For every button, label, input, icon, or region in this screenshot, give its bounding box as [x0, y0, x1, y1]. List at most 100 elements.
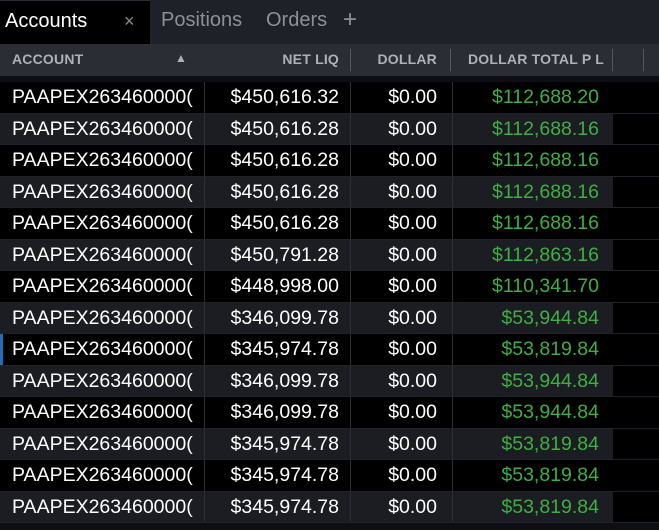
empty-trailing-cell	[613, 239, 659, 270]
sort-ascending-icon[interactable]: ▲	[175, 51, 187, 65]
empty-trailing-cell	[613, 176, 659, 207]
dollar-cell: $0.00	[388, 338, 437, 360]
column-divider	[452, 82, 453, 113]
empty-trailing-cell	[613, 397, 659, 428]
dollar-cell: $0.00	[388, 432, 437, 455]
empty-trailing-cell	[613, 428, 659, 459]
table-row[interactable]: PAAPEX263460000($345,974.78 $0.00 $53,819.…	[0, 460, 659, 492]
column-divider	[452, 302, 453, 333]
column-divider	[350, 208, 351, 239]
tab-positions[interactable]: Positions	[161, 9, 242, 32]
column-divider	[204, 145, 205, 176]
net-liq-cell: $450,791.28	[230, 243, 339, 266]
account-cell: PAAPEX263460000(	[12, 117, 193, 140]
column-divider	[452, 334, 453, 365]
column-divider	[452, 208, 453, 239]
account-cell: PAAPEX263460000(	[12, 401, 193, 423]
empty-trailing-cell	[613, 491, 659, 522]
account-cell: PAAPEX263460000(	[12, 464, 193, 486]
dollar-total-pl-cell: $53,944.84	[501, 401, 599, 423]
table-row[interactable]: PAAPEX263460000($450,616.28 $0.00 $112,688…	[0, 208, 659, 240]
column-divider	[204, 113, 205, 144]
column-divider	[350, 176, 351, 207]
net-liq-cell: $450,616.28	[230, 149, 339, 171]
dollar-cell: $0.00	[388, 495, 437, 518]
dollar-cell: $0.00	[388, 149, 437, 171]
column-divider	[452, 113, 453, 144]
account-cell: PAAPEX263460000(	[12, 180, 193, 203]
close-icon[interactable]: ×	[124, 11, 135, 32]
column-divider	[204, 428, 205, 459]
empty-trailing-cell	[613, 334, 659, 365]
column-resize-handle[interactable]	[643, 49, 644, 71]
column-divider	[350, 491, 351, 522]
tab-orders[interactable]: Orders	[266, 9, 327, 32]
dollar-total-pl-cell: $112,688.16	[492, 212, 599, 234]
column-resize-handle[interactable]	[350, 49, 351, 71]
column-divider	[204, 82, 205, 113]
column-divider	[204, 460, 205, 491]
dollar-total-pl-cell: $53,819.84	[501, 432, 599, 455]
column-divider	[452, 397, 453, 428]
column-divider	[204, 271, 205, 302]
dollar-total-pl-cell: $112,688.16	[492, 117, 599, 140]
column-divider	[452, 365, 453, 396]
table-row[interactable]: PAAPEX263460000($345,974.78 $0.00 $53,819.…	[0, 334, 659, 366]
column-divider	[350, 365, 351, 396]
column-header-net-liq[interactable]: NET LIQ	[282, 51, 339, 67]
table-row[interactable]: PAAPEX263460000($450,791.28 $0.00 $112,863…	[0, 239, 659, 271]
add-tab-icon[interactable]: +	[343, 6, 357, 34]
column-header-account[interactable]: ACCOUNT	[12, 51, 83, 67]
dollar-cell: $0.00	[388, 401, 437, 423]
account-cell: PAAPEX263460000(	[12, 306, 193, 329]
tab-accounts-label: Accounts	[5, 10, 88, 32]
column-divider	[452, 145, 453, 176]
net-liq-cell: $345,974.78	[230, 338, 339, 360]
account-cell: PAAPEX263460000(	[12, 243, 193, 266]
column-divider	[452, 491, 453, 522]
dollar-total-pl-cell: $53,944.84	[501, 306, 599, 329]
column-header-dollar[interactable]: DOLLAR	[377, 51, 437, 67]
table-row[interactable]: PAAPEX263460000($450,616.28 $0.00 $112,688…	[0, 113, 659, 145]
column-divider	[452, 271, 453, 302]
table-row[interactable]: PAAPEX263460000($346,099.78 $0.00 $53,944.…	[0, 397, 659, 429]
net-liq-cell: $450,616.28	[230, 180, 339, 203]
tab-accounts[interactable]: Accounts ×	[0, 0, 150, 44]
table-row[interactable]: PAAPEX263460000( $345,974.78 $0.00 $53,819.…	[0, 428, 659, 460]
column-divider	[204, 334, 205, 365]
column-divider	[452, 176, 453, 207]
empty-trailing-cell	[613, 113, 659, 144]
table-row[interactable]: PAAPEX263460000($346,099.78 $0.00 $53,944.…	[0, 365, 659, 397]
column-divider	[350, 302, 351, 333]
dollar-total-pl-cell: $112,688.16	[492, 180, 599, 203]
column-header-dollar-total-pl[interactable]: DOLLAR TOTAL P L	[468, 51, 604, 67]
account-cell: PAAPEX263460000(	[12, 369, 193, 392]
column-divider	[350, 334, 351, 365]
table-row[interactable]: PAAPEX263460000($345,974.78 $0.00 $53,819.…	[0, 491, 659, 523]
empty-trailing-cell	[613, 365, 659, 396]
dollar-total-pl-cell: $53,819.84	[501, 464, 599, 486]
table-row[interactable]: PAAPEX263460000($450,616.32 $0.00 $112,688…	[0, 82, 659, 114]
column-resize-handle[interactable]	[612, 49, 613, 71]
table-row[interactable]: PAAPEX263460000($448,998.00 $0.00 $110,341…	[0, 271, 659, 303]
account-cell: PAAPEX263460000(	[12, 432, 193, 455]
net-liq-cell: $450,616.28	[230, 212, 339, 234]
table-row[interactable]: PAAPEX263460000($450,616.28 $0.00 $112,688…	[0, 176, 659, 208]
empty-trailing-cell	[613, 460, 659, 491]
column-resize-handle[interactable]	[450, 49, 451, 71]
net-liq-cell: $345,974.78	[230, 432, 339, 455]
empty-trailing-cell	[613, 208, 659, 239]
dollar-total-pl-cell: $112,688.20	[492, 86, 599, 108]
accounts-table-body: PAAPEX263460000($450,616.32 $0.00 $112,688…	[0, 82, 659, 523]
column-divider	[204, 491, 205, 522]
account-cell: PAAPEX263460000(	[12, 495, 193, 518]
column-divider	[452, 239, 453, 270]
table-row[interactable]: PAAPEX263460000($450,616.28 $0.00 $112,688…	[0, 145, 659, 177]
dollar-cell: $0.00	[388, 86, 437, 108]
table-row[interactable]: PAAPEX263460000($346,099.78 $0.00 $53,944.…	[0, 302, 659, 334]
column-divider	[452, 460, 453, 491]
net-liq-cell: $448,998.00	[230, 275, 339, 297]
column-divider	[204, 208, 205, 239]
net-liq-cell: $345,974.78	[230, 495, 339, 518]
dollar-total-pl-cell: $53,819.84	[501, 338, 599, 360]
